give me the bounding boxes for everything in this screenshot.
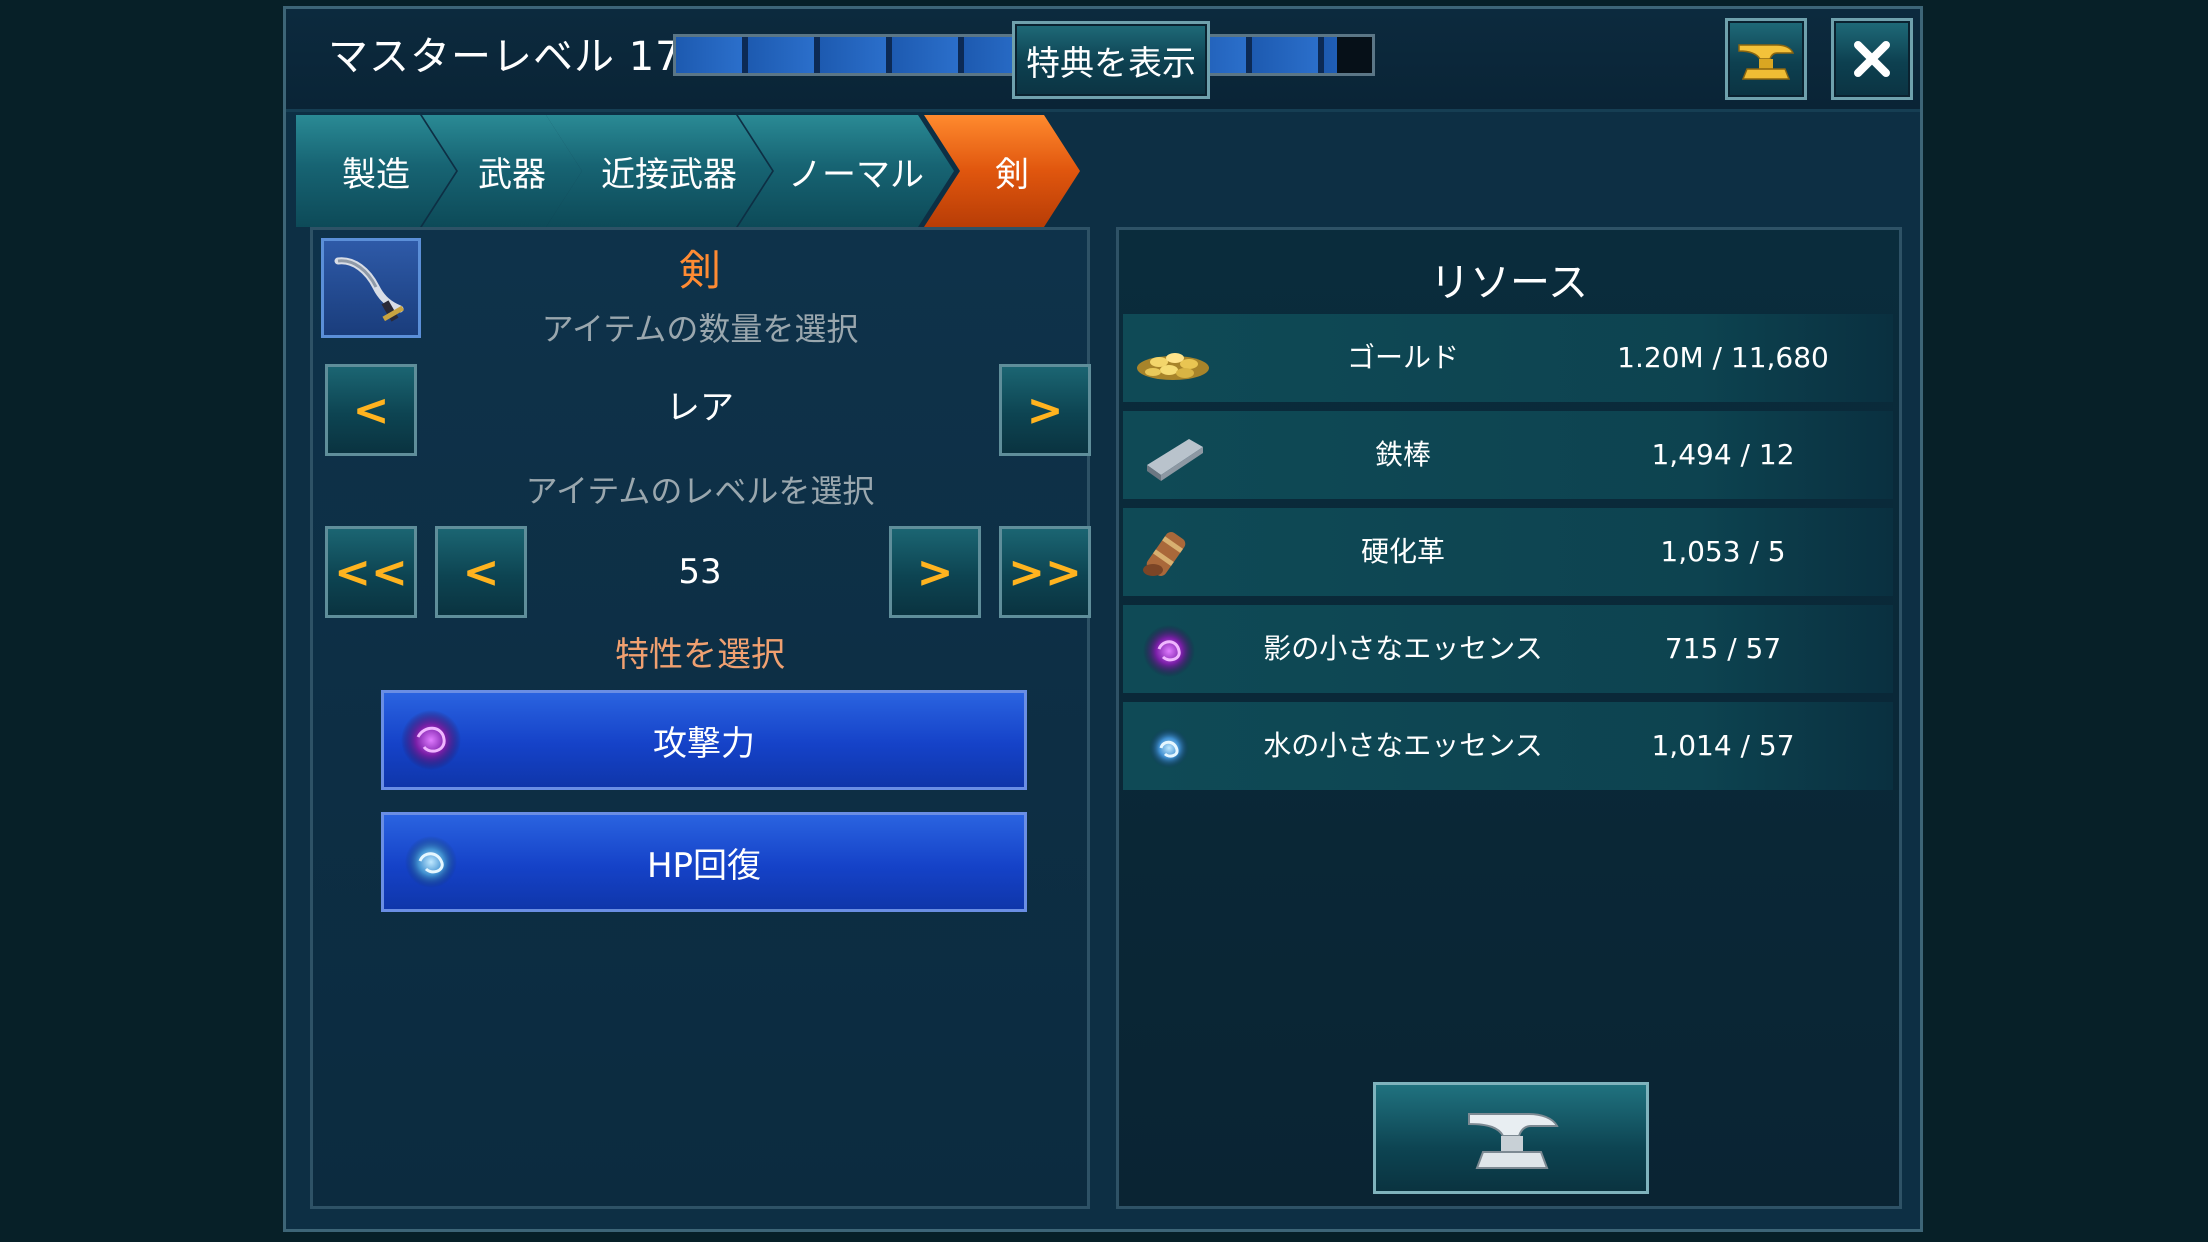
quantity-prompt: アイテムの数量を選択 — [541, 310, 859, 348]
trait-label: 攻撃力 — [653, 723, 755, 764]
close-icon — [1854, 41, 1890, 77]
show-benefits-label: 特典を表示 — [1026, 43, 1196, 84]
tab-label: ノーマル — [788, 154, 924, 195]
shadow-essence-icon — [1143, 625, 1195, 677]
resource-row-gold: ゴールド 1.20M / 11,680 — [1123, 314, 1893, 402]
item-config-pane: 剣 アイテムの数量を選択 < レア > アイテムのレベルを選択 << < 53 … — [310, 227, 1091, 1209]
header-bar: マスターレベル 17 特典を表示 — [286, 9, 1920, 112]
resource-amount: 1,014 / 57 — [1651, 729, 1795, 762]
resource-name: 影の小さなエッセンス — [1263, 632, 1543, 665]
water-essence-icon — [1149, 728, 1189, 768]
resource-amount: 715 / 57 — [1664, 632, 1782, 665]
double-chevron-right-icon: >> — [1008, 546, 1082, 598]
resource-row-shadow-essence: 影の小さなエッセンス 715 / 57 — [1123, 605, 1893, 693]
breadcrumb-tabs: 製造 武器 近接武器 ノーマル 剣 — [296, 115, 1916, 227]
level-last-button[interactable]: >> — [999, 526, 1091, 618]
master-xp-fill — [676, 37, 1338, 73]
iron-bar-icon — [1147, 439, 1203, 481]
resource-name: 鉄棒 — [1374, 438, 1431, 471]
resource-name: 硬化革 — [1360, 535, 1445, 568]
tab-label: 剣 — [995, 154, 1029, 195]
level-prompt: アイテムのレベルを選択 — [525, 472, 875, 510]
resource-row-hardened-leather: 硬化革 1,053 / 5 — [1123, 508, 1893, 596]
craft-anvil-button[interactable] — [1373, 1082, 1649, 1194]
rarity-value: レア — [666, 388, 734, 428]
tab-label: 近接武器 — [601, 154, 737, 195]
resources-pane: リソース ゴールド 1.20M / 11,680 鉄棒 1,494 / 12 硬… — [1116, 227, 1902, 1209]
resources-title: リソース — [1430, 260, 1588, 306]
shadow-essence-icon — [401, 710, 461, 770]
resource-amount: 1,053 / 5 — [1660, 535, 1786, 568]
resource-row-water-essence: 水の小さなエッセンス 1,014 / 57 — [1123, 702, 1893, 790]
show-benefits-button[interactable]: 特典を表示 — [1012, 21, 1210, 99]
close-button[interactable] — [1831, 18, 1913, 100]
trait-prompt: 特性を選択 — [615, 635, 785, 675]
chevron-right-icon: > — [916, 546, 954, 598]
golden-anvil-icon — [1738, 44, 1795, 80]
master-level-label: マスターレベル 17 — [328, 34, 682, 80]
tab-label: 製造 — [342, 154, 410, 195]
tab-label: 武器 — [478, 154, 546, 195]
anvil-shop-button[interactable] — [1725, 18, 1807, 100]
resource-name: ゴールド — [1346, 341, 1459, 374]
level-next-button[interactable]: > — [889, 526, 981, 618]
item-title: 剣 — [678, 246, 721, 295]
tab-crafting[interactable]: 製造 — [296, 115, 456, 227]
hardened-leather-icon — [1143, 532, 1186, 576]
resource-name: 水の小さなエッセンス — [1263, 729, 1543, 762]
rarity-next-button[interactable]: > — [999, 364, 1091, 456]
water-essence-icon — [405, 836, 457, 888]
anvil-icon — [1468, 1113, 1559, 1169]
trait-label: HP回復 — [646, 845, 762, 886]
chevron-right-icon: > — [1026, 384, 1064, 436]
resource-amount: 1.20M / 11,680 — [1617, 341, 1829, 374]
resource-row-iron-bar: 鉄棒 1,494 / 12 — [1123, 411, 1893, 499]
trait-attack-button[interactable]: 攻撃力 — [381, 690, 1027, 790]
crafting-panel: マスターレベル 17 特典を表示 製造 武器 近接武器 ノーマル 剣 剣 アイテ… — [283, 6, 1923, 1232]
gold-coins-icon — [1137, 353, 1209, 380]
resource-amount: 1,494 / 12 — [1651, 438, 1795, 471]
trait-hp-regen-button[interactable]: HP回復 — [381, 812, 1027, 912]
